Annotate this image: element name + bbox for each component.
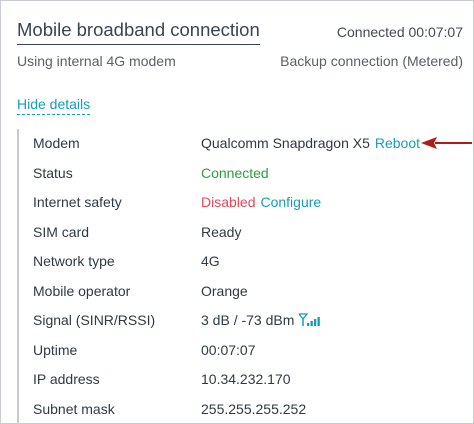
connection-status: Connected 00:07:07 xyxy=(336,24,463,40)
detail-label: Internet safety xyxy=(33,194,122,210)
modem-name: Qualcomm Snapdragon X5 xyxy=(201,135,370,151)
detail-row-sim-card: SIM card Ready xyxy=(33,224,473,244)
details-section: Modem Qualcomm Snapdragon X5 Reboot Statu… xyxy=(17,129,473,423)
detail-value: 10.34.232.170 xyxy=(201,371,291,387)
backup-connection-label: Backup connection (Metered) xyxy=(280,53,463,69)
signal-value: 3 dB / -73 dBm xyxy=(201,312,295,328)
detail-value: 4G xyxy=(201,253,220,269)
detail-label: Signal (SINR/RSSI) xyxy=(33,312,156,328)
hide-details-link[interactable]: Hide details xyxy=(17,96,91,115)
detail-row-subnet-mask: Subnet mask 255.255.255.252 xyxy=(33,401,473,421)
page-title: Mobile broadband connection xyxy=(17,19,260,45)
internet-safety-value: Disabled xyxy=(201,194,256,210)
detail-label: Subnet mask xyxy=(33,401,115,417)
status-value: Connected xyxy=(201,165,269,181)
detail-label: Network type xyxy=(33,253,115,269)
signal-bars-icon xyxy=(298,313,321,330)
detail-label: Uptime xyxy=(33,342,78,358)
detail-row-network-type: Network type 4G xyxy=(33,253,473,273)
connection-panel: Mobile broadband connection Connected 00… xyxy=(0,0,474,424)
detail-row-mobile-operator: Mobile operator Orange xyxy=(33,283,473,303)
detail-value: 255.255.255.252 xyxy=(201,401,307,417)
detail-value: Qualcomm Snapdragon X5 Reboot xyxy=(201,135,420,151)
detail-value: Orange xyxy=(201,283,248,299)
reboot-link[interactable]: Reboot xyxy=(375,135,420,151)
detail-value: 00:07:07 xyxy=(201,342,256,358)
detail-label: Modem xyxy=(33,135,80,151)
detail-label: SIM card xyxy=(33,224,90,240)
detail-row-signal: Signal (SINR/RSSI) 3 dB / -73 dBm xyxy=(33,312,473,332)
detail-row-internet-safety: Internet safety Disabled Configure xyxy=(33,194,473,214)
detail-label: Mobile operator xyxy=(33,283,131,299)
detail-value: Disabled Configure xyxy=(201,194,321,210)
detail-value: 3 dB / -73 dBm xyxy=(201,312,321,330)
modem-subtitle: Using internal 4G modem xyxy=(17,53,176,69)
detail-value: Ready xyxy=(201,224,242,240)
detail-row-status: Status Connected xyxy=(33,165,473,185)
detail-label: Status xyxy=(33,165,73,181)
detail-row-modem: Modem Qualcomm Snapdragon X5 Reboot xyxy=(33,135,473,155)
detail-label: IP address xyxy=(33,371,100,387)
configure-link[interactable]: Configure xyxy=(260,194,321,210)
annotation-arrow-icon xyxy=(421,137,472,149)
detail-row-ip-address: IP address 10.34.232.170 xyxy=(33,371,473,391)
detail-row-uptime: Uptime 00:07:07 xyxy=(33,342,473,362)
